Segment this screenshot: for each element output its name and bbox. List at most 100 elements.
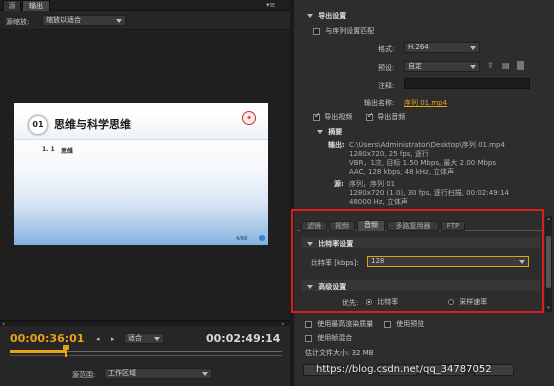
checkbox [313, 111, 321, 121]
priority-samplerate-label: 采样速率 [459, 298, 488, 306]
checkbox [366, 111, 374, 121]
priority-bitrate-radio[interactable]: 比特率 [366, 297, 398, 307]
scroll-up-icon[interactable]: ▴ [545, 216, 552, 222]
tab-output[interactable]: 输出 [22, 0, 50, 11]
preview-hscrollbar[interactable]: ◂ ▸ [0, 320, 290, 327]
duration: 00:02:49:14 [206, 332, 281, 345]
chevron-down-icon [470, 46, 476, 50]
chevron-down-icon [202, 372, 208, 376]
source-scaling-value: 缩放以适合 [46, 16, 81, 24]
radio [366, 299, 372, 305]
output-name-label: 输出名称: [364, 99, 395, 107]
preset-value: 自定 [408, 62, 422, 70]
summary-source-line: 48000 Hz, 立体声 [349, 198, 408, 206]
frame-blending-label: 使用帧混合 [317, 334, 353, 342]
slide-number-badge: 01 [28, 115, 48, 135]
panel-menu-icon[interactable]: ▾≡ [266, 1, 280, 9]
delete-preset-icon[interactable] [517, 61, 524, 70]
summary-source-label: 源: [334, 180, 344, 188]
source-scaling-dropdown[interactable]: 缩放以适合 [42, 15, 126, 26]
set-in-point-icon[interactable]: ◂ [96, 335, 100, 343]
export-audio-label: 导出音频 [377, 113, 406, 121]
scroll-right-icon[interactable]: ▸ [282, 321, 285, 327]
match-sequence-checkbox[interactable]: 与序列设置匹配 [313, 26, 374, 36]
chevron-down-icon [116, 19, 122, 23]
preset-label: 预设: [378, 64, 395, 72]
comments-label: 注释: [378, 82, 395, 90]
bitrate-label: 比特率 [kbps]: [311, 259, 359, 267]
checkbox [305, 334, 312, 342]
advanced-title: 高级设置 [318, 283, 347, 291]
priority-label: 优先: [342, 299, 359, 307]
scroll-left-icon[interactable]: ◂ [2, 321, 5, 327]
use-preview-label: 使用预览 [396, 320, 425, 328]
chevron-down-icon [154, 337, 160, 341]
current-time[interactable]: 00:00:36:01 [10, 332, 84, 345]
format-label: 格式: [378, 45, 395, 53]
set-out-point-icon[interactable]: ▸ [111, 335, 115, 343]
checkbox [313, 27, 320, 35]
save-preset-icon[interactable]: ⇪ [487, 61, 494, 70]
collapse-icon [307, 285, 313, 289]
slide-sub-title: 思维 [61, 148, 74, 155]
import-preset-icon[interactable]: ▤ [502, 61, 510, 70]
played-range [10, 350, 67, 353]
scroll-down-icon[interactable]: ▾ [545, 305, 552, 311]
frame-blending-checkbox[interactable]: 使用帧混合 [305, 333, 352, 343]
playhead[interactable] [63, 345, 69, 357]
estimated-file-size: 估计文件大小: 32 MB [305, 349, 374, 357]
slide-logo-seal: ✦ [242, 111, 256, 125]
zoom-dropdown[interactable]: 适合 [124, 333, 164, 344]
format-dropdown[interactable]: H.264 [404, 42, 480, 53]
export-settings-title: 导出设置 [318, 12, 347, 20]
collapse-icon [307, 242, 313, 246]
summary-header[interactable]: 摘要 [317, 127, 342, 137]
match-sequence-label: 与序列设置匹配 [325, 27, 375, 35]
playhead-line [65, 350, 67, 357]
export-audio-checkbox[interactable]: 导出音频 [366, 111, 406, 122]
collapse-icon [317, 130, 323, 134]
chevron-down-icon [470, 65, 476, 69]
bitrate-value: 128 [371, 257, 385, 265]
slide-title-band [14, 112, 268, 140]
export-settings-header[interactable]: 导出设置 [307, 11, 346, 21]
max-render-quality-checkbox[interactable]: 使用最高渲染质量 [305, 319, 373, 329]
max-render-quality-label: 使用最高渲染质量 [317, 320, 374, 328]
preview-frame: 01 思维与科学思维 ✦ 1. 1 思维 4/69 [14, 103, 268, 245]
time-ruler[interactable] [10, 348, 282, 356]
collapse-icon [307, 14, 313, 18]
source-range-dropdown[interactable]: 工作区域 [104, 368, 212, 379]
comments-input[interactable] [404, 78, 530, 89]
source-scaling-label: 源缩放: [6, 18, 30, 26]
slide-sub-number: 1. 1 [42, 146, 55, 153]
summary-output-line: AAC, 128 kbps, 48 kHz, 立体声 [349, 168, 455, 176]
advanced-header[interactable]: 高级设置 [307, 282, 346, 292]
checkbox [384, 320, 391, 328]
chevron-down-icon [519, 260, 525, 264]
bitrate-dropdown[interactable]: 128 [367, 256, 529, 267]
export-video-label: 导出视频 [324, 113, 353, 121]
checkbox [305, 320, 312, 328]
summary-title: 摘要 [328, 128, 343, 136]
scroll-thumb[interactable] [546, 236, 551, 288]
priority-bitrate-label: 比特率 [377, 298, 399, 306]
source-range-value: 工作区域 [108, 369, 136, 377]
source-range-label: 源范围: [72, 371, 96, 379]
preset-dropdown[interactable]: 自定 [404, 61, 480, 72]
use-preview-checkbox[interactable]: 使用预览 [384, 319, 424, 329]
slide-title: 思维与科学思维 [54, 118, 131, 131]
priority-samplerate-radio[interactable]: 采样速率 [448, 297, 487, 307]
settings-vscrollbar[interactable]: ▴ ▾ [545, 216, 552, 312]
radio [448, 299, 454, 305]
bitrate-title: 比特率设置 [318, 240, 354, 248]
slide-nav-dot [259, 235, 265, 241]
watermark: https://blog.csdn.net/qq_34787052 [316, 364, 492, 375]
zoom-value: 适合 [128, 334, 142, 342]
output-name-link[interactable]: 序列 01.mp4 [404, 98, 447, 108]
bitrate-header[interactable]: 比特率设置 [307, 239, 353, 249]
slide-page-number: 4/69 [236, 236, 248, 242]
format-value: H.264 [408, 43, 429, 51]
export-video-checkbox[interactable]: 导出视频 [313, 111, 353, 122]
summary-output-label: 输出: [328, 141, 345, 149]
tab-source[interactable]: 源 [3, 0, 21, 11]
